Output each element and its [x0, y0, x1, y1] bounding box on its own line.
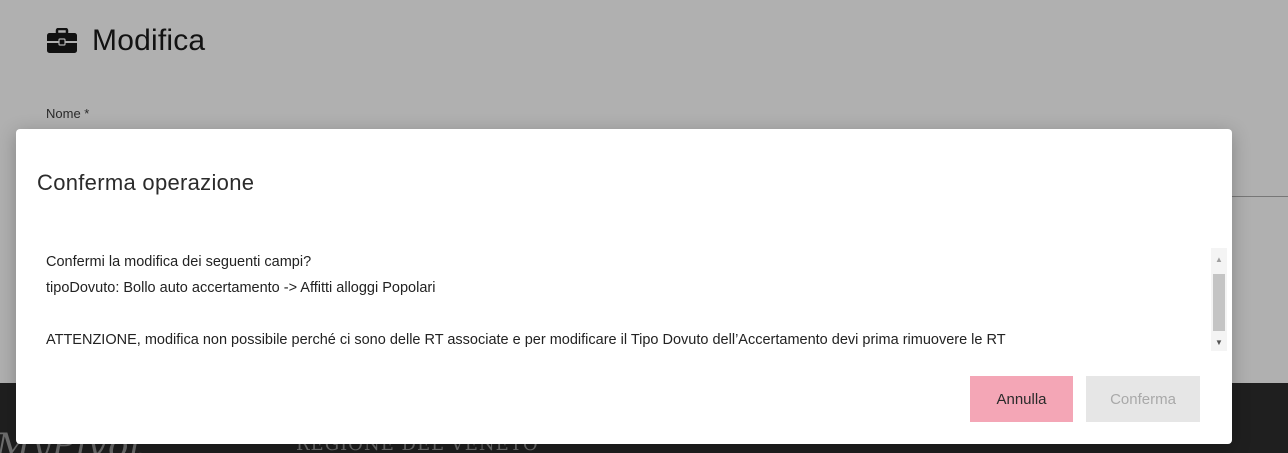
- name-field-underline: [1230, 196, 1288, 197]
- dialog-body-line: ATTENZIONE, modifica non possibile perch…: [46, 332, 1006, 348]
- cancel-button[interactable]: Annulla: [970, 376, 1073, 422]
- page-root: Modifica Nome * MyPivot REGIONE DEL VENE…: [0, 0, 1288, 453]
- page-title: Modifica: [92, 24, 206, 57]
- dialog-title: Conferma operazione: [37, 170, 255, 195]
- dialog-body: Confermi la modifica dei seguenti campi?…: [46, 249, 1206, 349]
- dialog-body-line: Confermi la modifica dei seguenti campi?: [46, 254, 312, 270]
- dialog-scrollbar[interactable]: ▲ ▼: [1211, 248, 1227, 351]
- briefcase-icon: [47, 28, 77, 53]
- page-header: Modifica: [46, 24, 205, 58]
- confirm-button[interactable]: Conferma: [1086, 376, 1200, 422]
- scroll-down-icon[interactable]: ▼: [1211, 335, 1227, 349]
- scroll-thumb[interactable]: [1213, 274, 1225, 331]
- confirm-dialog: Conferma operazione Confermi la modifica…: [16, 129, 1232, 444]
- dialog-body-spacer: [46, 301, 1206, 327]
- scroll-up-icon[interactable]: ▲: [1211, 252, 1227, 266]
- name-field-label: Nome *: [46, 106, 90, 121]
- dialog-body-line: tipoDovuto: Bollo auto accertamento -> A…: [46, 280, 436, 296]
